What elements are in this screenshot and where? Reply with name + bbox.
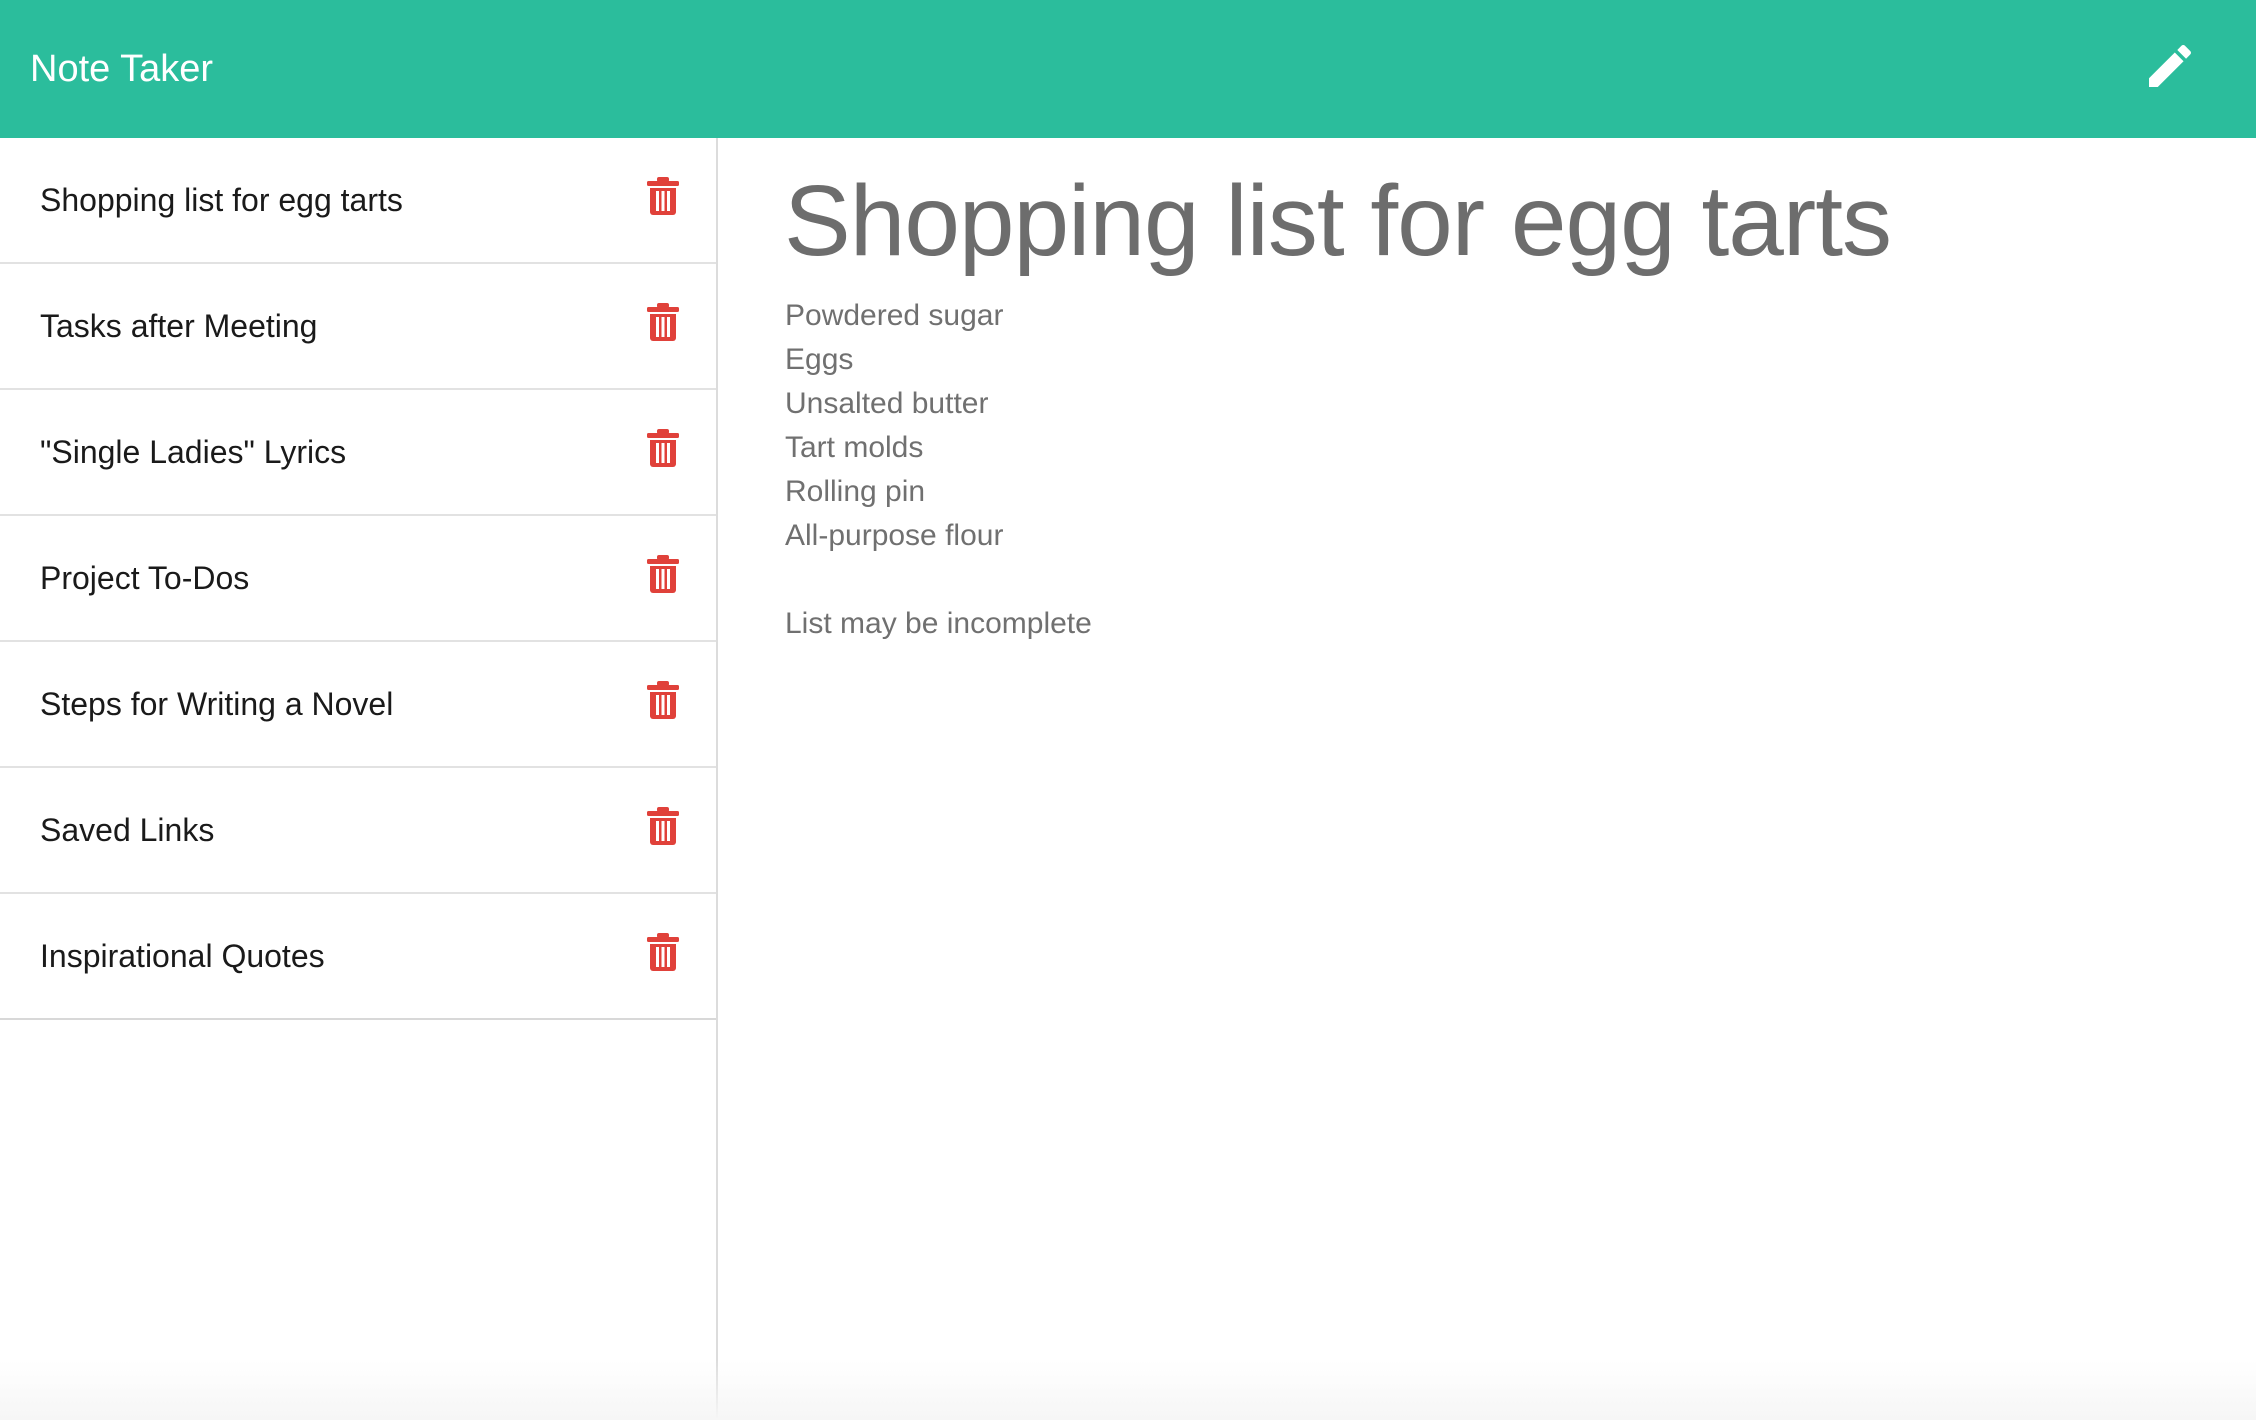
note-body-line: Unsalted butter <box>785 387 989 420</box>
note-title[interactable]: Shopping list for egg tarts <box>40 138 403 262</box>
trash-icon <box>647 933 679 971</box>
trash-icon <box>647 177 679 215</box>
delete-note-button[interactable] <box>646 932 680 972</box>
trash-icon <box>647 555 679 593</box>
trash-icon <box>647 429 679 467</box>
note-body-line: Rolling pin <box>785 475 926 508</box>
note-title[interactable]: Project To-Dos <box>40 516 249 640</box>
pencil-icon <box>2149 44 2192 87</box>
note-list-item[interactable]: Project To-Dos <box>0 516 716 642</box>
note-list: Shopping list for egg tarts Tasks after … <box>0 138 716 1020</box>
note-list-item[interactable]: Inspirational Quotes <box>0 894 716 1018</box>
note-text-area[interactable]: Powdered sugar Eggs Unsalted butter Tart… <box>785 294 2185 646</box>
delete-note-button[interactable] <box>646 680 680 720</box>
delete-note-button[interactable] <box>646 176 680 216</box>
note-body-line: Eggs <box>785 343 854 376</box>
note-list-item[interactable]: Steps for Writing a Novel <box>0 642 716 768</box>
note-title[interactable]: Steps for Writing a Novel <box>40 642 393 766</box>
note-body-line: Tart molds <box>785 431 924 464</box>
note-body-line: All-purpose flour <box>785 519 1004 552</box>
delete-note-button[interactable] <box>646 806 680 846</box>
app-title[interactable]: Note Taker <box>30 0 213 138</box>
note-title[interactable]: Tasks after Meeting <box>40 264 317 388</box>
note-title-field[interactable]: Shopping list for egg tarts <box>784 164 1892 279</box>
delete-note-button[interactable] <box>646 554 680 594</box>
note-editor: Shopping list for egg tarts Powdered sug… <box>718 138 2256 1420</box>
note-title[interactable]: Saved Links <box>40 768 214 892</box>
notes-sidebar: Shopping list for egg tarts Tasks after … <box>0 138 718 1420</box>
note-list-item[interactable]: Shopping list for egg tarts <box>0 138 716 264</box>
note-list-item[interactable]: Saved Links <box>0 768 716 894</box>
delete-note-button[interactable] <box>646 428 680 468</box>
note-title[interactable]: Inspirational Quotes <box>40 894 325 1018</box>
note-body-line: List may be incomplete <box>785 607 1092 640</box>
navbar: Note Taker <box>0 0 2256 138</box>
note-body-line <box>785 558 2185 602</box>
trash-icon <box>647 681 679 719</box>
note-list-item[interactable]: "Single Ladies" Lyrics <box>0 390 716 516</box>
trash-icon <box>647 807 679 845</box>
note-body-line: Powdered sugar <box>785 299 1004 332</box>
note-list-item[interactable]: Tasks after Meeting <box>0 264 716 390</box>
delete-note-button[interactable] <box>646 302 680 342</box>
note-title[interactable]: "Single Ladies" Lyrics <box>40 390 346 514</box>
new-note-button[interactable] <box>2140 36 2200 96</box>
trash-icon <box>647 303 679 341</box>
